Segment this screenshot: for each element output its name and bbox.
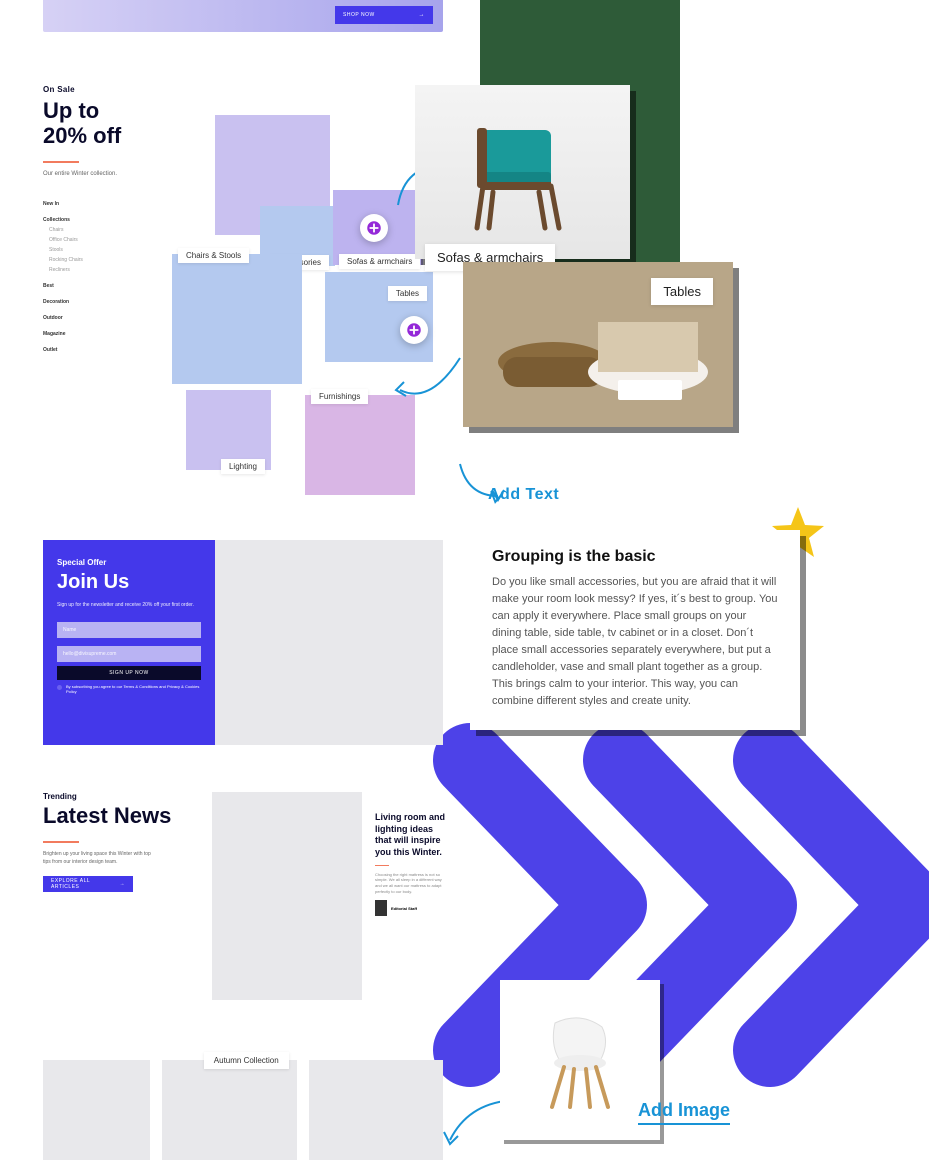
tile-label: Furnishings — [311, 389, 368, 404]
add-icon[interactable] — [400, 316, 428, 344]
grouping-title: Grouping is the basic — [492, 548, 778, 566]
shop-now-button[interactable]: SHOP NOW — [335, 6, 433, 24]
news-article[interactable]: Living room and lighting ideas that will… — [375, 812, 445, 916]
tile-lighting[interactable]: Lighting — [186, 390, 271, 470]
signup-form: Special Offer Join Us Sign up for the ne… — [43, 540, 215, 745]
product-card-table[interactable]: Tables — [463, 262, 733, 427]
avatar — [375, 900, 387, 916]
add-image-label[interactable]: Add Image — [638, 1100, 730, 1125]
author: Editorial Staff — [375, 900, 445, 916]
article-title: Living room and lighting ideas that will… — [375, 812, 445, 859]
chair-image — [530, 1005, 630, 1115]
strip-caption: Autumn Collection — [204, 1052, 289, 1069]
divider — [43, 841, 79, 843]
signup-label: Special Offer — [57, 558, 201, 567]
chair-image — [415, 85, 630, 259]
signup-copy: Sign up for the newsletter and receive 2… — [57, 602, 201, 610]
card-caption: Tables — [651, 278, 713, 305]
tile-label: Sofas & armchairs — [339, 254, 420, 269]
signup-button[interactable]: SIGN UP NOW — [57, 666, 201, 680]
explore-button[interactable]: EXPLORE ALL ARTICLES — [43, 876, 133, 892]
product-card-chair[interactable]: Sofas & armchairs — [415, 85, 630, 259]
tile-label: Lighting — [221, 459, 265, 474]
on-sale-label: On Sale — [43, 85, 443, 94]
tile-chairs-stools[interactable]: Chairs & Stools — [172, 254, 302, 384]
add-text-label[interactable]: Add Text — [488, 486, 559, 504]
bullet-icon — [57, 685, 62, 690]
article-body: Choosing the right mattress is not so si… — [375, 872, 445, 894]
hero-banner: SHOP NOW — [43, 0, 443, 32]
tile-label: Tables — [388, 286, 427, 301]
name-field[interactable] — [57, 622, 201, 638]
email-field[interactable] — [57, 646, 201, 662]
divider — [43, 161, 79, 163]
add-icon[interactable] — [360, 214, 388, 242]
signup-block: Special Offer Join Us Sign up for the ne… — [43, 540, 443, 745]
signup-image — [215, 540, 443, 745]
author-name: Editorial Staff — [391, 906, 417, 911]
news-image — [212, 792, 362, 1000]
divider — [375, 865, 389, 866]
grouping-body: Do you like small accessories, but you a… — [492, 574, 778, 710]
tile-label: Chairs & Stools — [178, 248, 249, 263]
tile-furnishings[interactable]: Furnishings — [305, 395, 415, 495]
shop-now-label: SHOP NOW — [343, 12, 375, 18]
terms-text: By subscribing you agree to our Terms & … — [57, 684, 201, 695]
strip-cell[interactable] — [43, 1060, 150, 1160]
white-chair-card[interactable] — [500, 980, 660, 1140]
news-sub: Brighten up your living space this Winte… — [43, 851, 153, 866]
strip-cell[interactable] — [309, 1060, 443, 1160]
signup-headline: Join Us — [57, 571, 201, 594]
collection-strip: Autumn Collection — [43, 1060, 443, 1160]
strip-cell[interactable]: Autumn Collection — [162, 1060, 296, 1160]
grouping-card: Grouping is the basic Do you like small … — [470, 530, 800, 730]
